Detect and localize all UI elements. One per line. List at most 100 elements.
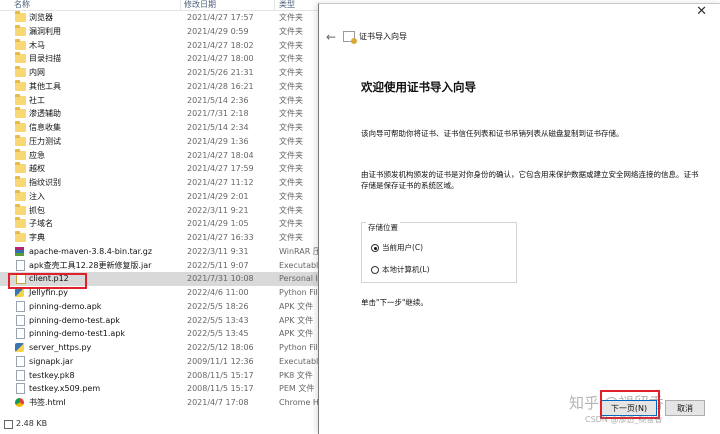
- file-date: 2022/3/11 9:21: [187, 205, 249, 215]
- file-name: pinning-demo.apk: [29, 301, 102, 311]
- file-name: apache-maven-3.8.4-bin.tar.gz: [29, 246, 153, 256]
- file-row[interactable]: apk查壳工具12.28更新修复版.jar 2022/5/11 9:07 Execu…: [0, 259, 322, 273]
- file-date: 2021/5/14 2:34: [187, 123, 249, 132]
- file-row[interactable]: 内网 2021/5/26 21:31 文件夹: [0, 66, 322, 80]
- rar-icon: [15, 246, 24, 256]
- folder-icon: [15, 176, 26, 187]
- file-row[interactable]: pinning-demo.apk 2022/5/5 18:26 APK 文件: [0, 300, 322, 314]
- file-row[interactable]: 社工 2021/5/14 2:36 文件夹: [0, 93, 322, 108]
- file-row[interactable]: 浏览器 2021/4/27 17:57 文件夹: [0, 11, 322, 25]
- column-type[interactable]: 类型: [279, 0, 295, 9]
- file-date: 2008/11/5 15:17: [187, 370, 254, 380]
- file-name: pinning-demo-test.apk: [29, 315, 120, 325]
- file-date: 2022/3/11 9:31: [187, 246, 249, 256]
- back-arrow-icon[interactable]: ←: [326, 30, 336, 44]
- file-date: 2021/4/7 17:08: [187, 398, 249, 407]
- column-date[interactable]: 修改日期: [184, 0, 216, 9]
- file-type: 文件夹: [279, 81, 303, 91]
- file-row[interactable]: signapk.jar 2009/11/1 12:36 Executable: [0, 355, 322, 369]
- status-bar: 2.48 KB: [0, 414, 322, 433]
- file-row[interactable]: testkey.x509.pem 2008/11/5 15:17 PEM 文件: [0, 382, 322, 396]
- folder-icon: [15, 52, 26, 64]
- cancel-button[interactable]: 取消: [665, 400, 705, 416]
- folder-icon: [15, 107, 26, 119]
- radio-checked-icon: [371, 244, 379, 252]
- file-row[interactable]: 注入 2021/4/29 2:01 文件夹: [0, 189, 322, 204]
- file-row[interactable]: 越权 2021/4/27 17:59 文件夹: [0, 162, 322, 176]
- file-date: 2022/4/6 11:00: [187, 288, 249, 297]
- file-date: 2021/4/29 1:36: [187, 136, 249, 146]
- folder-icon: [15, 11, 26, 22]
- file-type: 文件夹: [279, 178, 303, 187]
- file-name: 抓包: [29, 205, 45, 215]
- file-name: 越权: [29, 164, 45, 174]
- file-date: 2021/4/27 17:57: [187, 13, 254, 22]
- file-row[interactable]: 漏洞利用 2021/4/29 0:59 文件夹: [0, 24, 322, 39]
- file-date: 2021/5/26 21:31: [187, 68, 254, 77]
- folder-icon: [15, 189, 26, 201]
- file-row[interactable]: 目录扫描 2021/4/27 18:00 文件夹: [0, 52, 322, 66]
- file-date: 2021/4/29 0:59: [187, 26, 249, 36]
- folder-icon: [15, 38, 26, 50]
- file-name: 压力测试: [29, 136, 61, 146]
- file-row[interactable]: 书签.html 2021/4/7 17:08 Chrome HT: [0, 396, 322, 410]
- close-button[interactable]: ✕: [696, 4, 707, 20]
- wizard-title: 证书导入向导: [359, 32, 407, 41]
- file-row[interactable]: testkey.pk8 2008/11/5 15:17 PK8 文件: [0, 369, 322, 383]
- file-date: 2021/4/29 2:01: [187, 191, 249, 201]
- continue-hint: 单击"下一步"继续。: [361, 298, 428, 307]
- file-name: 其他工具: [29, 81, 61, 91]
- radio-local-machine[interactable]: 本地计算机(L): [371, 265, 430, 275]
- file-date: 2021/7/31 2:18: [187, 109, 249, 119]
- file-row[interactable]: 渗透辅助 2021/7/31 2:18 文件夹: [0, 107, 322, 121]
- column-name[interactable]: 名称: [14, 0, 30, 9]
- file-icon: [16, 300, 25, 312]
- folder-icon: [15, 203, 26, 215]
- radio-current-user[interactable]: 当前用户(C): [371, 243, 423, 253]
- file-icon: [16, 383, 25, 395]
- file-row[interactable]: pinning-demo-test1.apk 2022/5/5 13:45 APK …: [0, 327, 322, 341]
- file-row[interactable]: 子域名 2021/4/29 1:05 文件夹: [0, 217, 322, 231]
- column-header: 名称 修改日期 类型: [0, 0, 322, 11]
- highlight-box-client-p12: [8, 273, 87, 289]
- file-name: pinning-demo-test1.apk: [29, 329, 126, 339]
- file-type: 文件夹: [279, 95, 303, 105]
- radio-unchecked-icon: [371, 266, 379, 274]
- file-row[interactable]: 信息收集 2021/5/14 2:34 文件夹: [0, 121, 322, 135]
- certificate-import-wizard: ✕ ← 证书导入向导 欢迎使用证书导入向导 该向导可帮助你将证书、证书信任列表和…: [318, 3, 720, 434]
- file-name: 社工: [29, 95, 45, 105]
- file-row[interactable]: server_https.py 2022/5/12 18:06 Python Fil…: [0, 341, 322, 355]
- file-row[interactable]: 木马 2021/4/27 18:02 文件夹: [0, 38, 322, 53]
- certificate-wizard-icon: [343, 31, 357, 44]
- file-name: 木马: [29, 40, 45, 50]
- file-icon: [16, 369, 25, 381]
- file-row[interactable]: apache-maven-3.8.4-bin.tar.gz 2022/3/11 9…: [0, 245, 322, 259]
- file-type: 文件夹: [279, 123, 303, 132]
- store-location-group: 存储位置 当前用户(C) 本地计算机(L): [361, 222, 517, 283]
- python-icon: [15, 343, 24, 352]
- file-type: APK 文件: [279, 329, 314, 339]
- file-name: 指纹识别: [29, 178, 61, 187]
- file-row[interactable]: 其他工具 2021/4/28 16:21 文件夹: [0, 79, 322, 94]
- file-row[interactable]: 指纹识别 2021/4/27 11:12 文件夹: [0, 176, 322, 190]
- file-date: 2021/4/27 17:59: [187, 164, 254, 174]
- file-row[interactable]: 应急 2021/4/27 18:04 文件夹: [0, 148, 322, 163]
- file-row[interactable]: pinning-demo-test.apk 2022/5/5 13:43 APK 文…: [0, 314, 322, 328]
- folder-icon: [15, 231, 26, 242]
- file-date: 2022/5/5 13:43: [187, 315, 249, 325]
- file-row[interactable]: 字典 2021/4/27 16:33 文件夹: [0, 231, 322, 245]
- file-type: 文件夹: [279, 150, 303, 160]
- file-type: 文件夹: [279, 54, 303, 64]
- folder-icon: [15, 217, 26, 229]
- file-type: 文件夹: [279, 13, 303, 22]
- file-type: WinRAR 压: [279, 246, 321, 256]
- file-name: 渗透辅助: [29, 109, 61, 119]
- file-row[interactable]: 抓包 2022/3/11 9:21 文件夹: [0, 203, 322, 218]
- chrome-icon: [15, 398, 24, 407]
- description-text: 由证书颁发机构颁发的证书是对你身份的确认，它包含用来保护数据或建立安全网络连接的…: [361, 170, 699, 190]
- file-name: 目录扫描: [29, 54, 61, 64]
- file-row[interactable]: 压力测试 2021/4/29 1:36 文件夹: [0, 134, 322, 149]
- file-type: Python File: [279, 343, 322, 352]
- file-type: 文件夹: [279, 233, 303, 242]
- file-date: 2021/4/29 1:05: [187, 219, 249, 229]
